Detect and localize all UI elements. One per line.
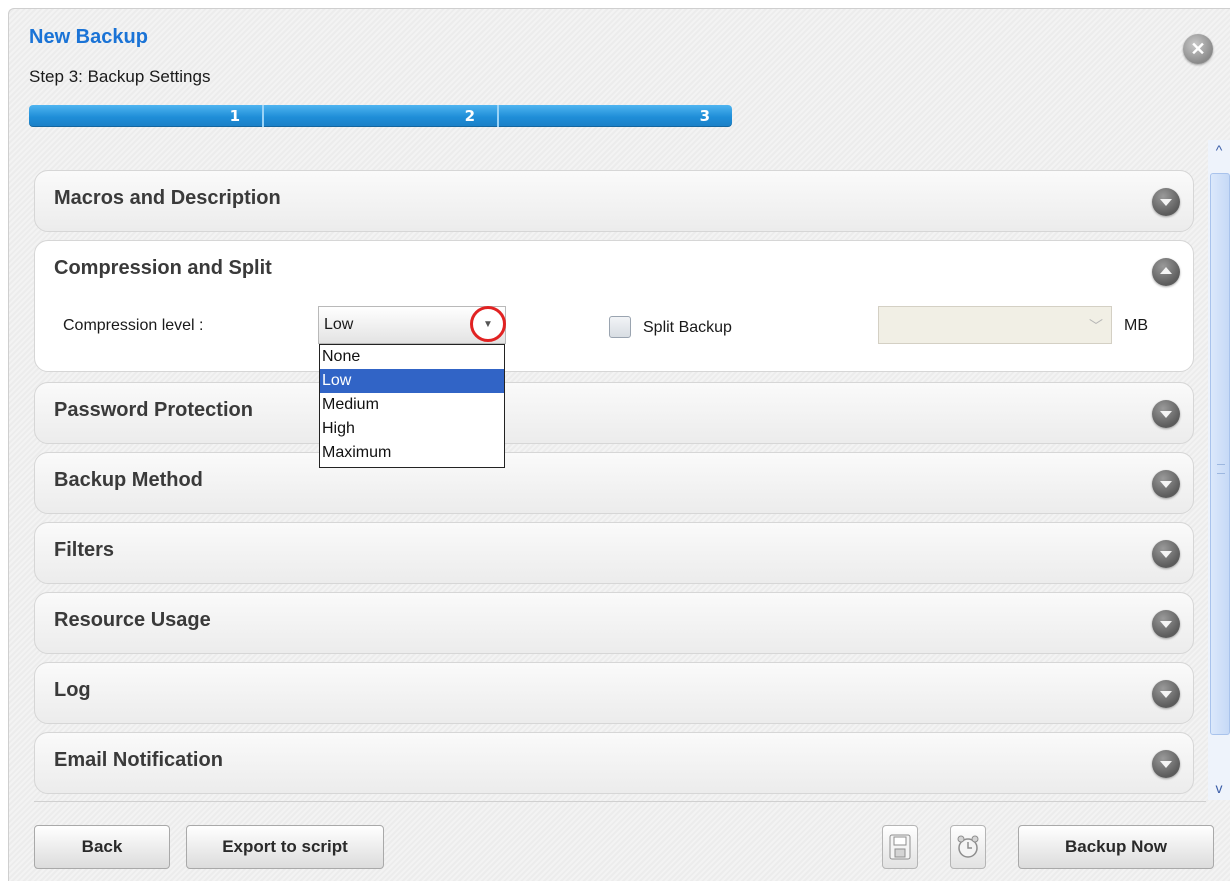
dropdown-option-maximum[interactable]: Maximum [320, 441, 504, 465]
expand-icon[interactable] [1152, 188, 1180, 216]
panel-filters[interactable]: Filters [34, 522, 1194, 584]
chevron-down-icon: ﹀ [1089, 318, 1103, 334]
export-to-script-button[interactable]: Export to script [186, 825, 384, 869]
backup-now-button[interactable]: Backup Now [1018, 825, 1214, 869]
panel-title: Resource Usage [54, 609, 211, 631]
schedule-button[interactable] [950, 825, 986, 869]
panel-title: Filters [54, 539, 115, 561]
size-unit-label: MB [1124, 317, 1148, 334]
expand-icon[interactable] [1152, 610, 1180, 638]
scroll-down-icon[interactable]: v [1208, 778, 1230, 798]
vertical-scrollbar[interactable]: ^ v [1208, 140, 1230, 800]
panel-title: Compression and Split [54, 257, 272, 279]
expand-icon[interactable] [1152, 540, 1180, 568]
step-progress-bar: 1 2 3 [29, 105, 732, 127]
panel-macros-and-description[interactable]: Macros and Description [34, 170, 1194, 232]
panel-log[interactable]: Log [34, 662, 1194, 724]
floppy-disk-icon [889, 834, 911, 860]
compression-level-dropdown-list: None Low Medium High Maximum [319, 344, 505, 468]
dropdown-option-none[interactable]: None [320, 345, 504, 369]
progress-step-2: 2 [264, 105, 499, 127]
footer-divider [34, 801, 1206, 802]
alarm-clock-icon [957, 835, 979, 858]
panel-resource-usage[interactable]: Resource Usage [34, 592, 1194, 654]
dropdown-option-high[interactable]: High [320, 417, 504, 441]
split-size-select[interactable]: ﹀ [878, 306, 1112, 344]
step-label: Step 3: Backup Settings [29, 67, 211, 86]
expand-icon[interactable] [1152, 750, 1180, 778]
progress-step-1: 1 [29, 105, 264, 127]
dropdown-option-medium[interactable]: Medium [320, 393, 504, 417]
panel-email-notification[interactable]: Email Notification [34, 732, 1194, 794]
compression-level-label: Compression level : [63, 317, 204, 334]
panel-title: Backup Method [54, 469, 203, 491]
save-button[interactable] [882, 825, 918, 869]
panel-title: Email Notification [54, 749, 223, 771]
panel-title: Macros and Description [54, 187, 281, 209]
compression-level-value: Low [324, 316, 354, 333]
split-backup-label: Split Backup [643, 319, 732, 336]
collapse-icon[interactable] [1152, 258, 1180, 286]
dialog-title: New Backup [29, 26, 148, 48]
close-icon: ✕ [1190, 38, 1206, 59]
scrollbar-thumb[interactable] [1210, 173, 1230, 735]
expand-icon[interactable] [1152, 680, 1180, 708]
close-button[interactable]: ✕ [1183, 34, 1213, 64]
panel-backup-method[interactable]: Backup Method [34, 452, 1194, 514]
expand-icon[interactable] [1152, 470, 1180, 498]
expand-icon[interactable] [1152, 400, 1180, 428]
progress-step-3: 3 [699, 107, 710, 125]
chevron-down-icon: ▼ [483, 318, 493, 330]
back-button[interactable]: Back [34, 825, 170, 869]
dropdown-option-low[interactable]: Low [320, 369, 504, 393]
split-backup-checkbox[interactable] [609, 316, 631, 338]
grip-icon [1217, 464, 1225, 474]
panel-password-protection[interactable]: Password Protection [34, 382, 1194, 444]
panel-title: Password Protection [54, 399, 253, 421]
scroll-up-icon[interactable]: ^ [1208, 140, 1230, 160]
dropdown-arrow-button[interactable]: ▼ [470, 306, 506, 342]
panel-title: Log [54, 679, 91, 701]
